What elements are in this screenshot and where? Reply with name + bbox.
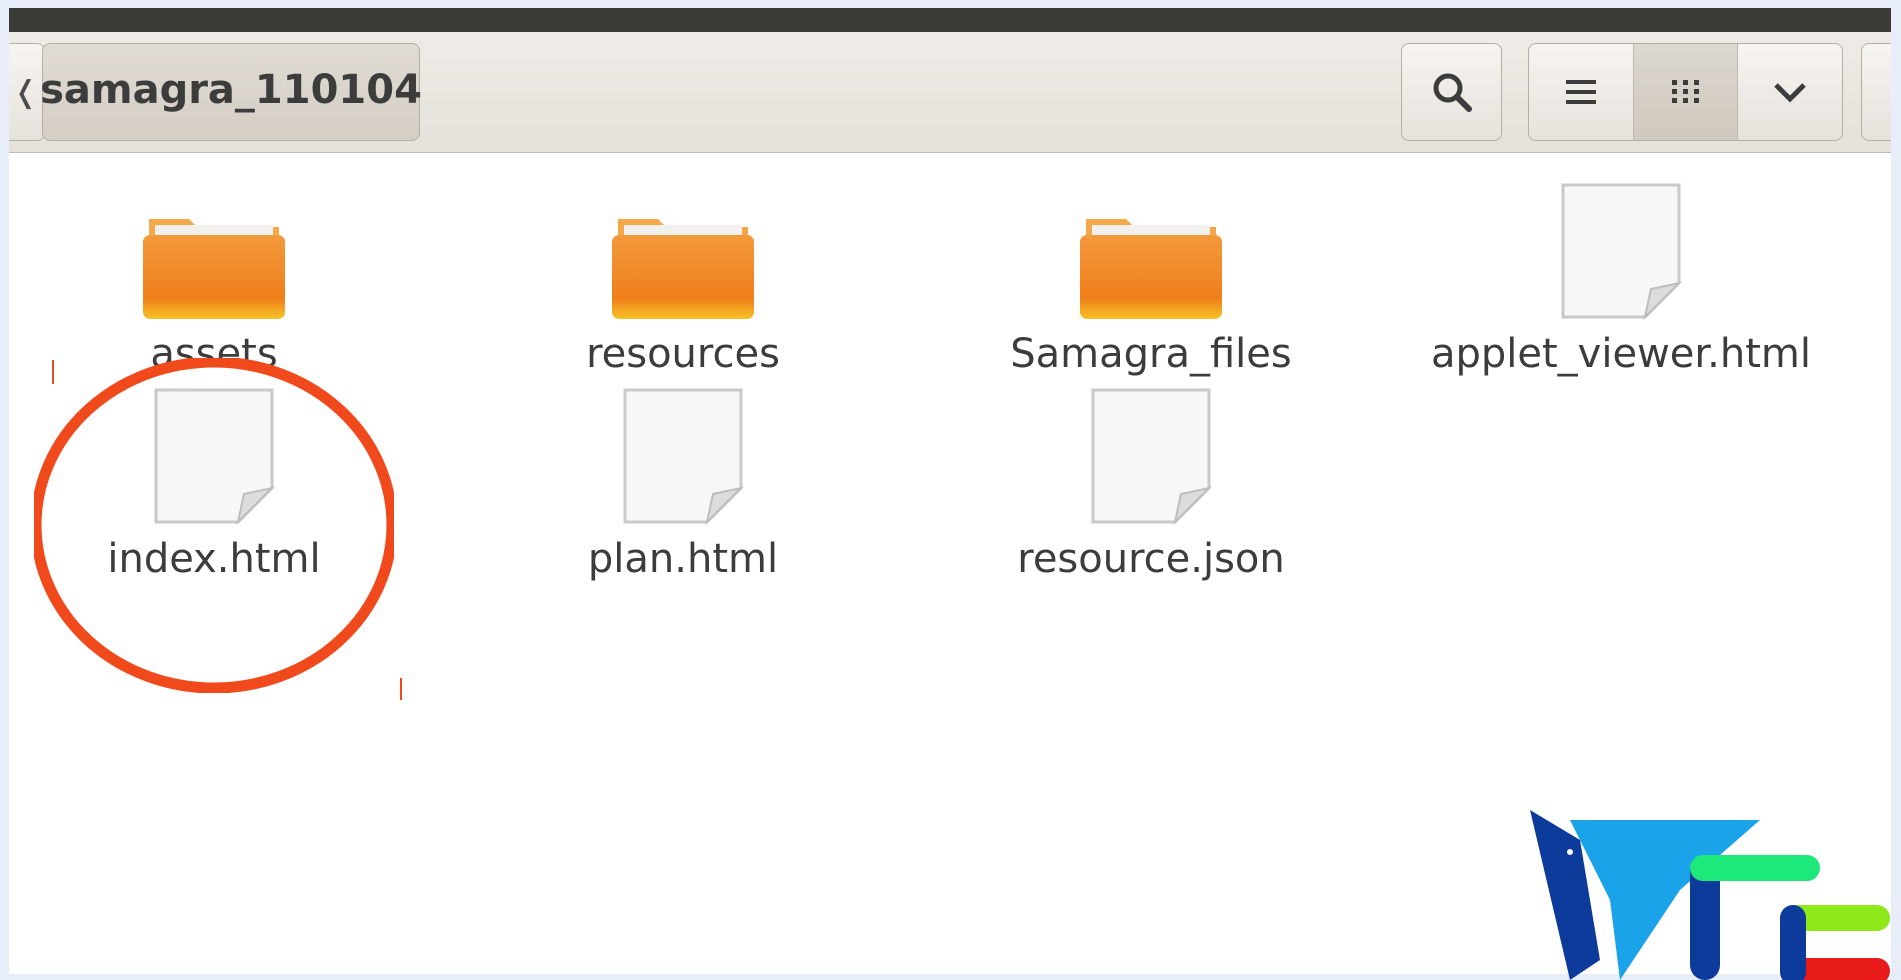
file-name: resource.json [1017, 536, 1285, 582]
brand-logo [1530, 810, 1890, 980]
folder-icon [141, 153, 287, 321]
grid-view-button[interactable] [1633, 44, 1739, 140]
file-item[interactable]: plan.html [473, 386, 893, 582]
folder-icon [610, 153, 756, 321]
search-icon [1433, 73, 1472, 112]
breadcrumb-current-label: samagra_110104 [40, 67, 422, 113]
file-item[interactable]: resource.json [941, 386, 1361, 582]
folder-item[interactable]: Samagra_files [941, 153, 1361, 377]
document-icon [1559, 153, 1683, 321]
annotation-mark [52, 360, 54, 384]
file-name: applet_viewer.html [1430, 331, 1812, 377]
document-icon [621, 386, 745, 526]
folder-icon [1078, 153, 1224, 321]
list-view-button[interactable] [1529, 44, 1634, 140]
menu-button[interactable] [1861, 43, 1891, 141]
folder-item[interactable]: resources [473, 153, 893, 377]
annotation-circle [34, 358, 394, 693]
annotation-mark [400, 678, 402, 700]
file-name: plan.html [587, 536, 779, 582]
view-switcher [1528, 43, 1843, 141]
folder-item[interactable]: assets [9, 153, 424, 377]
title-bar [9, 8, 1891, 32]
breadcrumb-current[interactable]: samagra_110104 [40, 43, 422, 141]
chevron-down-icon [1774, 83, 1806, 103]
chevron-left-icon: ❬ [12, 74, 38, 110]
document-icon [1089, 386, 1213, 526]
file-name: resources [586, 331, 780, 377]
list-view-icon [1565, 80, 1596, 104]
grid-view-icon [1671, 80, 1699, 103]
search-button[interactable] [1401, 43, 1502, 141]
file-item[interactable]: applet_viewer.html [1411, 153, 1831, 377]
top-border [9, 0, 1891, 8]
view-options-button[interactable] [1738, 44, 1842, 140]
file-name: Samagra_files [1010, 331, 1292, 377]
toolbar: ❬ samagra_110104 [9, 32, 1891, 153]
